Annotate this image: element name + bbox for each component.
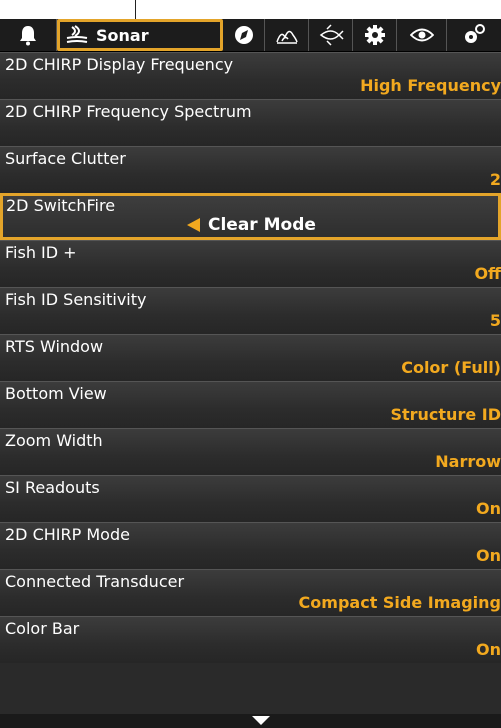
tab-settings[interactable]: [353, 19, 397, 51]
setting-name: 2D CHIRP Frequency Spectrum: [5, 102, 252, 121]
list-item[interactable]: 2D CHIRP Display Frequency High Frequenc…: [0, 52, 501, 99]
list-item[interactable]: Fish ID + Off: [0, 240, 501, 287]
setting-name: Zoom Width: [5, 431, 103, 450]
tab-sonar-label: Sonar: [96, 25, 149, 45]
setting-value: Compact Side Imaging: [298, 593, 501, 612]
setting-name: Connected Transducer: [5, 572, 185, 591]
bell-icon: [20, 26, 36, 46]
tab-accessories[interactable]: [447, 19, 501, 51]
list-item[interactable]: Fish ID Sensitivity 5: [0, 287, 501, 334]
tab-bar: Sonar: [0, 19, 501, 52]
setting-value: Narrow: [435, 452, 501, 471]
tab-view[interactable]: [397, 19, 447, 51]
setting-name: 2D CHIRP Mode: [5, 525, 130, 544]
setting-value: 2: [489, 170, 501, 189]
callout-line: [135, 0, 136, 20]
setting-value: On: [476, 640, 501, 659]
setting-name: Surface Clutter: [5, 149, 126, 168]
list-item[interactable]: Bottom View Structure ID: [0, 381, 501, 428]
list-item[interactable]: Surface Clutter 2: [0, 146, 501, 193]
scroll-down-indicator[interactable]: [0, 714, 501, 728]
accessories-icon: [465, 24, 485, 43]
setting-name: 2D SwitchFire: [6, 196, 116, 215]
tab-chart[interactable]: [265, 19, 309, 51]
setting-value: On: [476, 546, 501, 565]
chevron-down-icon: [252, 716, 270, 725]
list-item[interactable]: 2D CHIRP Frequency Spectrum: [0, 99, 501, 146]
gear-icon: [364, 25, 385, 45]
setting-name: Color Bar: [5, 619, 80, 638]
setting-name: 2D CHIRP Display Frequency: [5, 55, 234, 74]
fish-icon: [319, 24, 344, 46]
option-selector[interactable]: Clear Mode: [187, 215, 316, 235]
tab-sonar[interactable]: Sonar: [57, 19, 223, 51]
settings-list: 2D CHIRP Display Frequency High Frequenc…: [0, 52, 501, 663]
arrow-left-icon[interactable]: [187, 218, 200, 232]
tab-alarms[interactable]: [0, 19, 57, 51]
sonar-icon: [66, 25, 88, 43]
setting-name: SI Readouts: [5, 478, 100, 497]
list-item[interactable]: SI Readouts On: [0, 475, 501, 522]
setting-name: Fish ID Sensitivity: [5, 290, 147, 309]
setting-name: RTS Window: [5, 337, 104, 356]
setting-value: Clear Mode: [208, 215, 316, 235]
navigation-icon: [234, 26, 253, 44]
setting-name: Fish ID +: [5, 243, 77, 262]
chart-icon: [275, 30, 298, 44]
tab-navigation[interactable]: [223, 19, 265, 51]
list-item[interactable]: Connected Transducer Compact Side Imagin…: [0, 569, 501, 616]
setting-value: High Frequency: [360, 76, 501, 95]
list-item-selected[interactable]: 2D SwitchFire Clear Mode: [0, 193, 501, 240]
setting-name: Bottom View: [5, 384, 107, 403]
setting-value: Off: [474, 264, 501, 283]
list-item[interactable]: Color Bar On: [0, 616, 501, 663]
eye-icon: [409, 28, 434, 42]
tab-fish[interactable]: [309, 19, 353, 51]
list-item[interactable]: 2D CHIRP Mode On: [0, 522, 501, 569]
list-item[interactable]: RTS Window Color (Full): [0, 334, 501, 381]
setting-value: Structure ID: [390, 405, 501, 424]
sonar-menu: Sonar 2D CHIRP Display Frequency High Fr…: [0, 19, 501, 728]
setting-value: 5: [489, 311, 501, 330]
list-item[interactable]: Zoom Width Narrow: [0, 428, 501, 475]
setting-value: On: [476, 499, 501, 518]
setting-value: Color (Full): [401, 358, 501, 377]
